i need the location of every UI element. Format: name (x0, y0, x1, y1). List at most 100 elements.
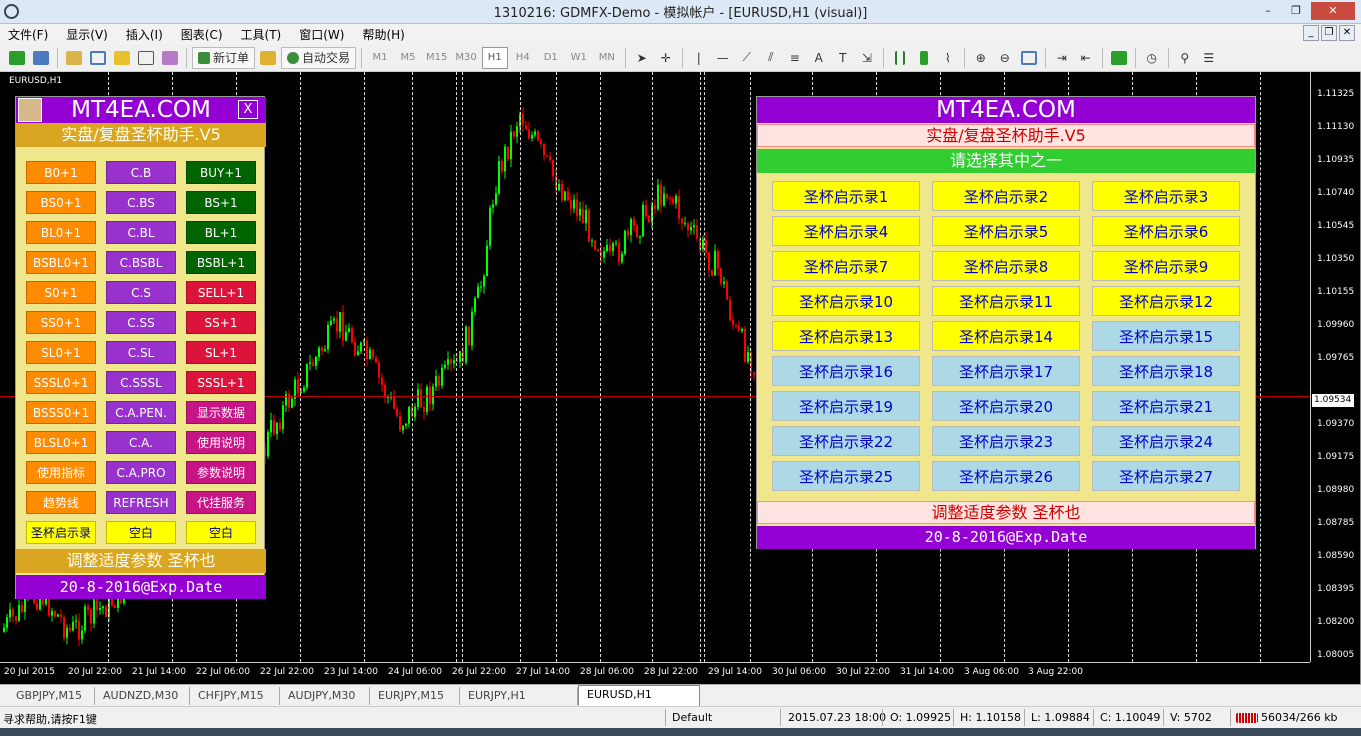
timeframe-h1[interactable]: H1 (481, 46, 508, 69)
chart-area[interactable]: EURUSD,H1 1.11325 1.11130 1.10935 1.10740 1.… (0, 72, 1361, 684)
data-window-icon[interactable] (87, 47, 109, 69)
arrows-icon[interactable]: ⇲ (856, 47, 878, 69)
left-panel-button[interactable]: C.BL (106, 221, 176, 244)
left-panel-button[interactable]: 空白 (106, 521, 176, 544)
right-panel-option-button[interactable]: 圣杯启示录5 (932, 216, 1080, 246)
right-panel-option-button[interactable]: 圣杯启示录9 (1092, 251, 1240, 281)
left-panel-button[interactable]: REFRESH (106, 491, 176, 514)
left-panel-button[interactable]: C.B (106, 161, 176, 184)
chart-tab[interactable]: CHFJPY,M15 (190, 687, 280, 705)
chart-tab[interactable]: AUDNZD,M30 (95, 687, 190, 705)
chart-tab[interactable]: EURJPY,H1 (visual) (460, 687, 578, 719)
minimize-button[interactable]: – (1255, 2, 1281, 20)
right-panel-option-button[interactable]: 圣杯启示录20 (932, 391, 1080, 421)
left-panel-button[interactable]: BS0+1 (26, 191, 96, 214)
left-panel-button[interactable]: BSSS0+1 (26, 401, 96, 424)
chart-tab[interactable]: AUDJPY,M30 (280, 687, 370, 705)
left-panel-button[interactable]: SS+1 (186, 311, 256, 334)
timeframe-m1[interactable]: M1 (367, 47, 393, 69)
right-panel-option-button[interactable]: 圣杯启示录7 (772, 251, 920, 281)
market-watch-icon[interactable] (63, 47, 85, 69)
left-panel-button[interactable]: 趋势线 (26, 491, 96, 514)
line-chart-icon[interactable]: ⌇ (937, 47, 959, 69)
timeframe-h4[interactable]: H4 (510, 47, 536, 69)
left-panel-button[interactable]: SSSL+1 (186, 371, 256, 394)
menu-tools[interactable]: 工具(T) (233, 26, 292, 43)
auto-trading-button[interactable]: 自动交易 (281, 46, 357, 69)
new-order-button[interactable]: 新订单 (192, 46, 256, 69)
left-panel-button[interactable]: BSBL0+1 (26, 251, 96, 274)
right-panel-option-button[interactable]: 圣杯启示录15 (1092, 321, 1240, 351)
left-panel-button[interactable]: BL0+1 (26, 221, 96, 244)
menu-charts[interactable]: 图表(C) (173, 26, 233, 43)
right-panel-option-button[interactable]: 圣杯启示录8 (932, 251, 1080, 281)
chart-tab[interactable]: GBPJPY,M15 (8, 687, 95, 705)
left-panel-button[interactable]: BS+1 (186, 191, 256, 214)
left-panel-button[interactable]: SL0+1 (26, 341, 96, 364)
timeframe-mn[interactable]: MN (594, 47, 620, 69)
left-panel-button[interactable]: 空白 (186, 521, 256, 544)
mdi-close-button[interactable]: ✕ (1339, 25, 1355, 41)
tile-windows-icon[interactable] (1018, 47, 1040, 69)
navigator-icon[interactable] (111, 47, 133, 69)
cursor-icon[interactable]: ➤ (631, 47, 653, 69)
timeframe-m15[interactable]: M15 (423, 47, 450, 69)
tester-icon[interactable] (159, 47, 181, 69)
left-panel-button[interactable]: SL+1 (186, 341, 256, 364)
chart-tab[interactable]: EURJPY,M15 (370, 687, 460, 705)
zoom-out-icon[interactable]: ⊖ (994, 47, 1016, 69)
left-panel-button[interactable]: 参数说明 (186, 461, 256, 484)
left-panel-close-button[interactable]: X (238, 100, 258, 119)
terminal-icon[interactable] (135, 47, 157, 69)
maximize-button[interactable]: ❐ (1283, 2, 1309, 20)
menu-view[interactable]: 显示(V) (58, 26, 118, 43)
right-panel-option-button[interactable]: 圣杯启示录22 (772, 426, 920, 456)
autoscroll-icon[interactable]: ⇥ (1051, 47, 1073, 69)
text-label-icon[interactable]: T (832, 47, 854, 69)
fibonacci-icon[interactable]: ≡ (784, 47, 806, 69)
right-panel-option-button[interactable]: 圣杯启示录2 (932, 181, 1080, 211)
right-panel-option-button[interactable]: 圣杯启示录12 (1092, 286, 1240, 316)
horizontal-line-icon[interactable]: — (712, 47, 734, 69)
metaeditor-icon[interactable] (257, 47, 279, 69)
right-panel-option-button[interactable]: 圣杯启示录6 (1092, 216, 1240, 246)
right-panel-option-button[interactable]: 圣杯启示录19 (772, 391, 920, 421)
menu-insert[interactable]: 插入(I) (118, 26, 173, 43)
left-panel-button[interactable]: BL+1 (186, 221, 256, 244)
menu-file[interactable]: 文件(F) (0, 26, 58, 43)
left-panel-button[interactable]: BSBL+1 (186, 251, 256, 274)
left-panel-button[interactable]: C.S (106, 281, 176, 304)
left-panel-button[interactable]: C.BSBL (106, 251, 176, 274)
right-panel-option-button[interactable]: 圣杯启示录23 (932, 426, 1080, 456)
timeframe-w1[interactable]: W1 (566, 47, 592, 69)
left-panel-button[interactable]: 使用指标 (26, 461, 96, 484)
right-panel-option-button[interactable]: 圣杯启示录1 (772, 181, 920, 211)
right-panel-option-button[interactable]: 圣杯启示录11 (932, 286, 1080, 316)
vertical-line-icon[interactable]: | (688, 47, 710, 69)
left-panel-button[interactable]: 使用说明 (186, 431, 256, 454)
left-panel-button[interactable]: C.SSSL (106, 371, 176, 394)
right-panel-option-button[interactable]: 圣杯启示录27 (1092, 461, 1240, 491)
indicators-icon[interactable] (1108, 47, 1130, 69)
periods-icon[interactable]: ◷ (1141, 47, 1163, 69)
right-panel-option-button[interactable]: 圣杯启示录14 (932, 321, 1080, 351)
right-panel-option-button[interactable]: 圣杯启示录16 (772, 356, 920, 386)
right-panel-option-button[interactable]: 圣杯启示录26 (932, 461, 1080, 491)
left-panel-button[interactable]: SS0+1 (26, 311, 96, 334)
close-button[interactable]: ✕ (1311, 2, 1355, 20)
right-panel-option-button[interactable]: 圣杯启示录10 (772, 286, 920, 316)
text-icon[interactable]: A (808, 47, 830, 69)
new-chart-icon[interactable] (6, 47, 28, 69)
mdi-minimize-button[interactable]: _ (1303, 25, 1319, 41)
left-panel-button[interactable]: C.A.PEN. (106, 401, 176, 424)
left-panel-button[interactable]: B0+1 (26, 161, 96, 184)
left-panel-button[interactable]: 显示数据 (186, 401, 256, 424)
chart-shift-icon[interactable]: ⇤ (1075, 47, 1097, 69)
left-panel-button[interactable]: BLSL0+1 (26, 431, 96, 454)
left-panel-button[interactable]: BUY+1 (186, 161, 256, 184)
right-panel-option-button[interactable]: 圣杯启示录4 (772, 216, 920, 246)
right-panel-option-button[interactable]: 圣杯启示录18 (1092, 356, 1240, 386)
left-panel-button[interactable]: SSSL0+1 (26, 371, 96, 394)
left-panel-button[interactable]: C.A.PRO (106, 461, 176, 484)
bar-chart-icon[interactable] (889, 47, 911, 69)
